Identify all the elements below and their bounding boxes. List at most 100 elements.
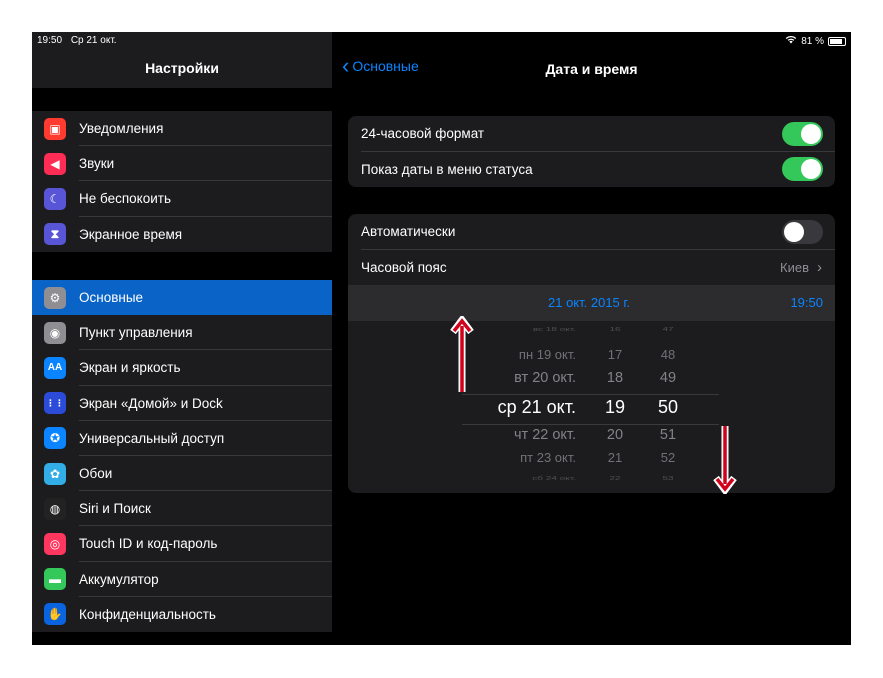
row-timezone[interactable]: Часовой пояс Киев ›	[348, 250, 835, 286]
sidebar-item[interactable]: ✪ Универсальный доступ	[32, 421, 332, 456]
picker-hour: 16	[609, 325, 621, 333]
sidebar-group-1: ▣ Уведомления ◀ Звуки ☾ Не беспокоить ⧗ Экранно…	[32, 111, 332, 252]
picker-row[interactable]: чт 22 окт. 20 51	[348, 427, 835, 449]
sidebar-header: 19:50 Ср 21 окт. Настройки	[32, 32, 332, 88]
notifications-icon: ▣	[44, 117, 66, 140]
date-time-panel: 81 % ‹ Основные Дата и время 24-часовой …	[332, 32, 851, 645]
time-card: Автоматически Часовой пояс Киев › 21 окт…	[348, 214, 835, 493]
row-label: Показ даты в меню статуса	[361, 161, 533, 177]
picker-hour: 17	[607, 346, 623, 362]
picker-minute: 51	[659, 426, 677, 443]
sidebar-item[interactable]: ▬ Аккумулятор	[32, 562, 332, 597]
picker-day: вт 20 окт.	[514, 369, 576, 386]
status-bar-right: 81 %	[785, 35, 846, 47]
format-card: 24-часовой формат Показ даты в меню стат…	[348, 116, 835, 187]
current-date: 21 окт. 2015 г.	[548, 295, 631, 310]
siri-icon: ◍	[44, 497, 66, 520]
gear-icon: ⚙	[44, 286, 66, 309]
home-screen-icon: ⋮⋮	[44, 392, 66, 415]
sidebar-gap	[32, 632, 332, 645]
sidebar-title: Настройки	[145, 60, 219, 76]
row-current-datetime[interactable]: 21 окт. 2015 г. 19:50	[348, 285, 835, 321]
sidebar-item-label: Не беспокоить	[79, 191, 171, 207]
sidebar-item[interactable]: ◀ Звуки	[32, 146, 332, 182]
picker-minute: 48	[660, 346, 676, 362]
row-label: Автоматически	[361, 224, 456, 240]
row-status-date: Показ даты в меню статуса	[348, 152, 835, 188]
sidebar-item[interactable]: ✿ Обои	[32, 456, 332, 492]
moon-icon: ☾	[44, 187, 66, 210]
picker-row[interactable]: вс 18 окт. 16 47	[348, 324, 835, 346]
sidebar-item-label: Конфиденциальность	[79, 606, 216, 622]
sidebar-item[interactable]: ✋ Конфиденциальность	[32, 597, 332, 632]
display-icon: AA	[44, 356, 66, 379]
sidebar-item[interactable]: ⚙ Основные	[32, 280, 332, 316]
sidebar-item[interactable]: ☾ Не беспокоить	[32, 181, 332, 217]
row-24h-format: 24-часовой формат	[348, 116, 835, 152]
picker-row[interactable]: пт 23 окт. 21 52	[348, 450, 835, 472]
sidebar-item-label: Экран «Домой» и Dock	[79, 395, 223, 411]
picker-row[interactable]: вт 20 окт. 18 49	[348, 370, 835, 392]
sidebar-item[interactable]: ◉ Пункт управления	[32, 315, 332, 351]
sidebar-group-2: ⚙ Основные ◉ Пункт управления AA Экран и ярко…	[32, 280, 332, 632]
battery-icon: ▬	[44, 568, 66, 591]
settings-sidebar: 19:50 Ср 21 окт. Настройки ▣ Уведомления ◀…	[32, 32, 332, 645]
wifi-icon	[785, 35, 797, 47]
toggle-24h-format[interactable]	[782, 121, 823, 146]
sounds-icon: ◀	[44, 152, 66, 175]
sidebar-item-label: Экранное время	[79, 226, 183, 242]
current-time: 19:50	[790, 295, 823, 310]
sidebar-item[interactable]: ▣ Уведомления	[32, 111, 332, 147]
picker-day: сб 24 окт.	[532, 474, 576, 482]
sidebar-gap	[32, 88, 332, 111]
ipad-screen: 19:50 Ср 21 окт. Настройки ▣ Уведомления ◀…	[32, 32, 851, 645]
sidebar-item-label: Уведомления	[79, 121, 164, 137]
status-bar-left: 19:50 Ср 21 окт.	[37, 35, 123, 46]
sidebar-item[interactable]: ⋮⋮ Экран «Домой» и Dock	[32, 386, 332, 421]
sidebar-item-label: Touch ID и код-пароль	[79, 536, 218, 552]
picker-day: пт 23 окт.	[520, 449, 576, 465]
sidebar-item[interactable]: ⧗ Экранное время	[32, 217, 332, 252]
picker-hour: 20	[606, 426, 624, 443]
row-label: 24-часовой формат	[361, 126, 485, 142]
sidebar-item-label: Аккумулятор	[79, 571, 159, 587]
arrow-up-icon	[450, 316, 474, 392]
picker-hour: 18	[606, 369, 624, 386]
sidebar-item[interactable]: AA Экран и яркость	[32, 350, 332, 386]
picker-row[interactable]: сб 24 окт. 22 53	[348, 473, 835, 493]
sidebar-item-label: Звуки	[79, 156, 115, 172]
row-automatic: Автоматически	[348, 214, 835, 250]
wallpaper-icon: ✿	[44, 462, 66, 485]
sidebar-item[interactable]: ◍ Siri и Поиск	[32, 491, 332, 527]
toggle-automatic[interactable]	[782, 219, 823, 244]
hand-icon: ✋	[44, 603, 66, 626]
sidebar-item-label: Пункт управления	[79, 325, 193, 341]
sidebar-item-label: Универсальный доступ	[79, 430, 225, 446]
toggle-status-date[interactable]	[782, 157, 823, 181]
picker-minute: 47	[662, 325, 674, 333]
arrow-down-icon	[713, 426, 737, 494]
status-time: 19:50	[37, 35, 63, 46]
page-title: Дата и время	[545, 61, 638, 77]
sidebar-item[interactable]: ◎ Touch ID и код-пароль	[32, 526, 332, 562]
battery-icon	[828, 36, 846, 46]
control-center-icon: ◉	[44, 321, 66, 344]
sidebar-item-label: Siri и Поиск	[79, 501, 151, 517]
sidebar-item-label: Основные	[79, 290, 144, 306]
sidebar-item-label: Обои	[79, 466, 113, 482]
sidebar-gap	[32, 252, 332, 280]
timezone-value: Киев	[780, 259, 809, 275]
picker-day: вс 18 окт.	[532, 325, 576, 333]
picker-row[interactable]: ср 21 окт. 19 50	[348, 397, 835, 419]
toggle-knob	[801, 159, 821, 179]
toggle-knob	[784, 221, 804, 242]
picker-day: пн 19 окт.	[518, 346, 576, 362]
picker-row[interactable]: пн 19 окт. 17 48	[348, 347, 835, 369]
picker-minute: 53	[662, 474, 674, 482]
picker-minute: 50	[657, 396, 679, 417]
date-time-picker[interactable]: вс 18 окт. 16 47 пн 19 окт. 17 48 вт 20 окт. 18…	[348, 321, 835, 493]
toggle-knob	[801, 123, 821, 144]
picker-minute: 49	[659, 369, 677, 386]
sidebar-item-label: Экран и яркость	[79, 360, 181, 376]
status-date: Ср 21 окт.	[70, 35, 117, 46]
